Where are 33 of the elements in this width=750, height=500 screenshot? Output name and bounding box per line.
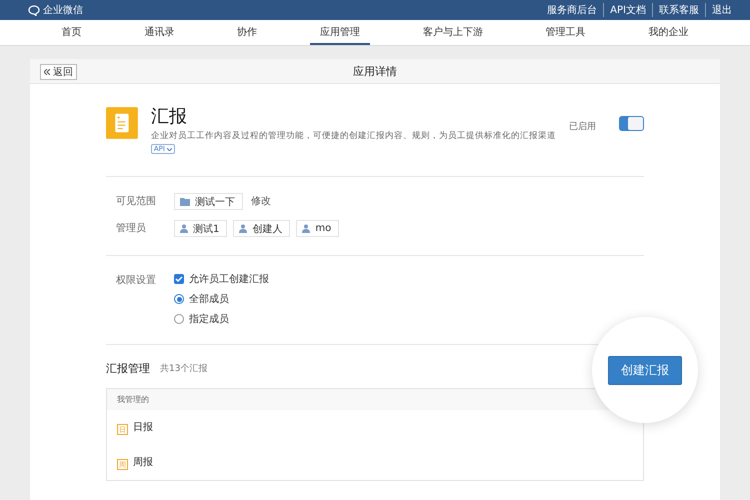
top-link[interactable]: 联系客服 bbox=[652, 3, 705, 17]
nav-tab[interactable]: 客户与上下游 bbox=[412, 20, 493, 45]
member-radio[interactable]: 指定成员 bbox=[174, 312, 269, 326]
report-name: 日报 bbox=[133, 420, 153, 434]
person-chip: 创建人 bbox=[233, 220, 290, 237]
nav-tab[interactable]: 我的企业 bbox=[638, 20, 698, 45]
top-link[interactable]: 服务商后台 bbox=[541, 3, 604, 17]
nav-tab[interactable]: 应用管理 bbox=[310, 20, 370, 45]
nav-tab[interactable]: 通讯录 bbox=[134, 20, 184, 45]
nav-tab[interactable]: 协作 bbox=[227, 20, 268, 45]
field-label: 管理员 bbox=[116, 222, 147, 236]
field-label: 可见范围 bbox=[116, 194, 157, 209]
back-button[interactable]: 返回 bbox=[40, 64, 78, 80]
logo-text: 企业微信 bbox=[43, 4, 83, 17]
member-radio[interactable]: 全部成员 bbox=[174, 292, 269, 306]
app-description: 企业对员工工作内容及过程的管理功能，可便捷的创建汇报内容、规则，为员工提供标准化的汇报渠道 bbox=[150, 130, 556, 142]
app-name: 汇报 bbox=[150, 105, 188, 128]
report-count: 共13个汇报 bbox=[160, 362, 208, 375]
allow-checkbox[interactable]: 允许员工创建汇报 bbox=[174, 272, 269, 286]
page-title: 应用详情 bbox=[353, 64, 397, 78]
nav-tab[interactable]: 首页 bbox=[51, 20, 92, 45]
status-label: 已启用 bbox=[568, 120, 596, 133]
top-link[interactable]: 退出 bbox=[705, 3, 738, 17]
person-chip: 测试1 bbox=[174, 220, 228, 237]
nav-tab[interactable]: 管理工具 bbox=[536, 20, 596, 45]
top-link[interactable]: API文档 bbox=[603, 3, 652, 17]
create-report-button[interactable]: 创建汇报 bbox=[608, 356, 682, 384]
section-title: 汇报管理 bbox=[106, 361, 150, 376]
department-chip: 测试一下 bbox=[174, 193, 243, 210]
report-name: 周报 bbox=[133, 456, 153, 468]
field-label: 权限设置 bbox=[116, 274, 157, 288]
person-chip: mo bbox=[296, 220, 340, 237]
edit-link[interactable]: 修改 bbox=[251, 193, 271, 210]
